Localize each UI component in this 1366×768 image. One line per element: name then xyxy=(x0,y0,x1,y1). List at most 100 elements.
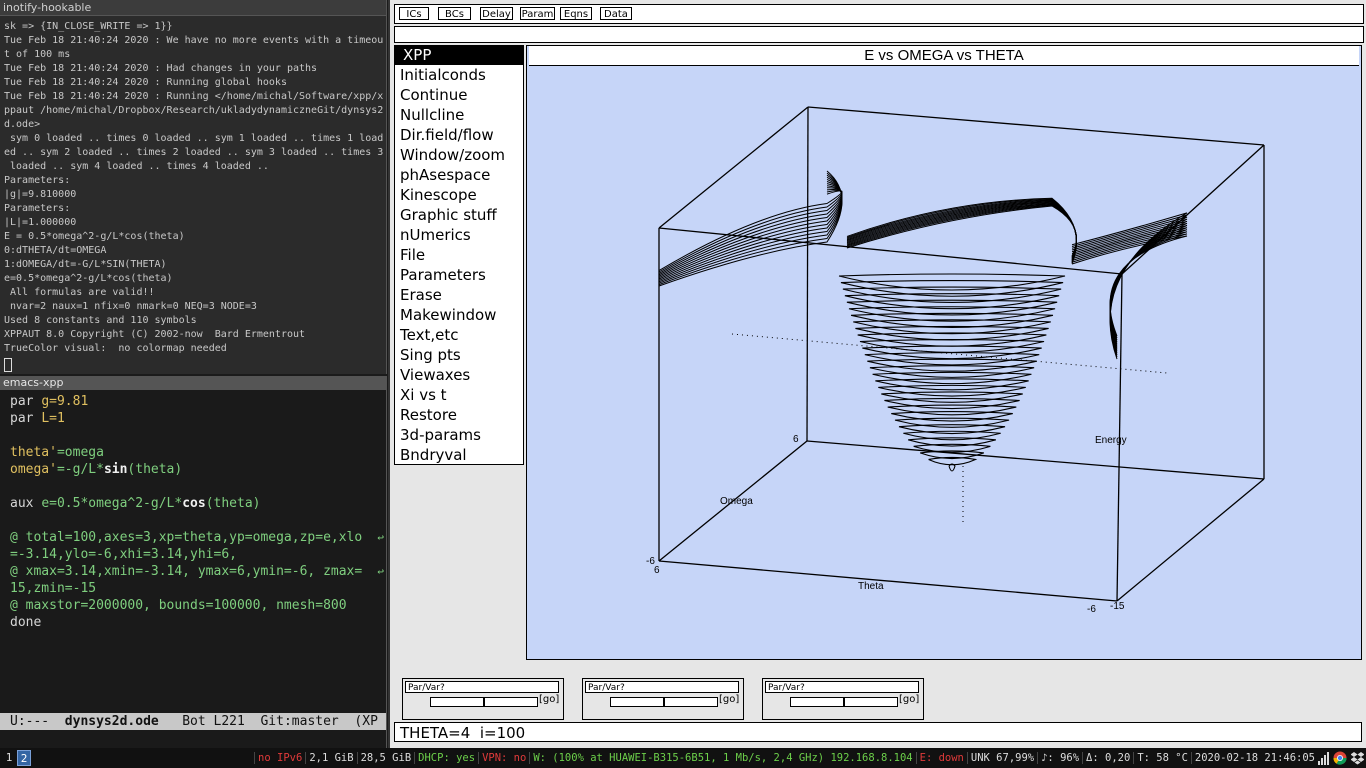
emacs-window[interactable]: emacs-xpp par g=9.81 par L=1 theta'=omega o… xyxy=(0,376,387,748)
data-button[interactable]: Data xyxy=(600,7,632,20)
code-line[interactable]: par g=9.81 xyxy=(10,393,386,410)
code-token: sin xyxy=(103,462,128,477)
menu-item-3d-params[interactable]: 3d-params xyxy=(395,425,523,445)
menu-item-nullcline[interactable]: Nullcline xyxy=(395,105,523,125)
xpp-toolbar: ICs BCs Delay Param Eqns Data xyxy=(394,4,1364,24)
terminal-line: All formulas are valid!! xyxy=(4,287,155,298)
code-token: 15,zmin=-15 xyxy=(10,581,97,596)
slider-track[interactable] xyxy=(790,697,898,707)
code-line[interactable] xyxy=(10,512,386,529)
dropbox-icon[interactable] xyxy=(1351,751,1364,765)
code-line[interactable]: =-3.14,ylo=-6,xhi=3.14,yhi=6, xyxy=(10,546,386,563)
terminal-line: Used 8 constants and 110 symbols xyxy=(4,315,197,326)
menu-item-graphic-stuff[interactable]: Graphic stuff xyxy=(395,205,523,225)
tick-label: -6 xyxy=(1087,604,1096,615)
box-edge xyxy=(1116,478,1265,602)
menu-item-xi-vs-t[interactable]: Xi vs t xyxy=(395,385,523,405)
menu-item-sing-pts[interactable]: Sing pts xyxy=(395,345,523,365)
slider-track[interactable] xyxy=(430,697,538,707)
tick-label: -15 xyxy=(1110,601,1125,612)
param-button[interactable]: Param xyxy=(520,7,555,20)
menu-item-window-zoom[interactable]: Window/zoom xyxy=(395,145,523,165)
delay-button[interactable]: Delay xyxy=(480,7,513,20)
terminal-line: E = 0.5*omega^2-g/L*cos(theta) xyxy=(4,231,185,242)
slider-knob[interactable] xyxy=(843,698,845,706)
menu-item-erase[interactable]: Erase xyxy=(395,285,523,305)
code-line[interactable]: par L=1 xyxy=(10,410,386,427)
plot-window[interactable]: Omega Theta Energy 6 -6 6 -6 -15 E vs OMEGA vs … xyxy=(526,45,1362,660)
menu-title: XPP xyxy=(395,46,523,65)
parameter-slider-1[interactable]: Par/Var? [go] xyxy=(402,678,564,720)
menu-item-bndryval[interactable]: Bndryval xyxy=(395,445,523,465)
code-line[interactable]: omega'=-g/L*sin(theta) xyxy=(10,461,386,478)
orbit-curve xyxy=(881,391,1023,403)
menu-item-dir-field-flow[interactable]: Dir.field/flow xyxy=(395,125,523,145)
parameter-slider-2[interactable]: Par/Var? [go] xyxy=(582,678,744,720)
code-line[interactable]: @ xmax=3.14,xmin=-3.14, ymax=6,ymin=-6, … xyxy=(10,563,386,580)
bcs-button[interactable]: BCs xyxy=(438,7,471,20)
terminal-title: inotify-hookable xyxy=(0,0,386,16)
message-bar xyxy=(394,26,1364,43)
code-line[interactable]: @ maxstor=2000000, bounds=100000, nmesh=… xyxy=(10,597,386,614)
slider-label[interactable]: Par/Var? xyxy=(765,681,919,693)
workspace-1-button[interactable]: 1 xyxy=(2,750,16,766)
status-block: 28,5 GiB xyxy=(356,752,415,764)
terminal-line: Tue Feb 18 21:40:24 2020 : Running </hom… xyxy=(4,91,384,102)
slider-knob[interactable] xyxy=(483,698,485,706)
chrome-icon[interactable] xyxy=(1333,751,1347,765)
modeline-vcs: Git:master xyxy=(260,714,339,729)
terminal-line: e=0.5*omega^2-g/L*cos(theta) xyxy=(4,273,173,284)
code-line[interactable]: 15,zmin=-15 xyxy=(10,580,386,597)
menu-item-phasespace[interactable]: phAsespace xyxy=(395,165,523,185)
code-line[interactable] xyxy=(10,427,386,444)
menu-item-text-etc[interactable]: Text,etc xyxy=(395,325,523,345)
terminal-line: 0:dTHETA/dt=OMEGA xyxy=(4,245,107,256)
slider-label[interactable]: Par/Var? xyxy=(405,681,559,693)
code-line[interactable]: @ total=100,axes=3,xp=theta,yp=omega,zp=… xyxy=(10,529,386,546)
tick-label: 6 xyxy=(654,565,660,576)
wifi-icon[interactable] xyxy=(1318,751,1330,765)
orbit-curve xyxy=(878,384,1026,397)
status-block: 2020-02-18 21:46:05 xyxy=(1190,752,1318,764)
terminal-window[interactable]: inotify-hookable sk => {IN_CLOSE_WRITE =… xyxy=(0,0,387,374)
status-block: no IPv6 xyxy=(254,752,306,764)
menu-item-restore[interactable]: Restore xyxy=(395,405,523,425)
slider-go-button[interactable]: [go] xyxy=(899,694,919,705)
terminal-line: nvar=2 naux=1 nfix=0 nmark=0 NEQ=3 NODE=… xyxy=(4,301,257,312)
workspace-2-button[interactable]: 2 xyxy=(17,750,31,766)
menu-item-file[interactable]: File xyxy=(395,245,523,265)
code-token: =-3.14,ylo=-6,xhi=3.14,yhi=6, xyxy=(10,547,237,562)
slider-label[interactable]: Par/Var? xyxy=(585,681,739,693)
axis-label-energy: Energy xyxy=(1095,435,1127,446)
eqns-button[interactable]: Eqns xyxy=(560,7,592,20)
code-line[interactable]: theta'=omega xyxy=(10,444,386,461)
terminal-line: sym 0 loaded .. times 0 loaded .. sym 1 … xyxy=(4,133,384,144)
slider-knob[interactable] xyxy=(663,698,665,706)
status-block: DHCP: yes xyxy=(414,752,479,764)
box-edge xyxy=(807,106,1265,146)
code-line[interactable]: aux e=0.5*omega^2-g/L*cos(theta) xyxy=(10,495,386,512)
menu-item-makewindow[interactable]: Makewindow xyxy=(395,305,523,325)
code-token: g=9.81 xyxy=(41,394,89,409)
menu-item-numerics[interactable]: nUmerics xyxy=(395,225,523,245)
slider-track[interactable] xyxy=(610,697,718,707)
menu-item-continue[interactable]: Continue xyxy=(395,85,523,105)
menu-item-kinescope[interactable]: Kinescope xyxy=(395,185,523,205)
menu-item-parameters[interactable]: Parameters xyxy=(395,265,523,285)
menu-item-initialconds[interactable]: Initialconds xyxy=(395,65,523,85)
code-line[interactable]: done xyxy=(10,614,386,631)
code-line[interactable] xyxy=(10,478,386,495)
code-token: @ xmax=3.14,xmin=-3.14, ymax=6,ymin=-6, … xyxy=(10,564,363,579)
ics-button[interactable]: ICs xyxy=(399,7,429,20)
terminal-line: Tue Feb 18 21:40:24 2020 : We have no mo… xyxy=(4,35,384,46)
rotation-orbit-left xyxy=(658,172,843,286)
terminal-line: XPPAUT 8.0 Copyright (C) 2002-now Bard E… xyxy=(4,329,306,340)
slider-go-button[interactable]: [go] xyxy=(539,694,559,705)
box-edge xyxy=(658,106,809,229)
menu-item-viewaxes[interactable]: Viewaxes xyxy=(395,365,523,385)
parameter-slider-3[interactable]: Par/Var? [go] xyxy=(762,678,924,720)
editor-buffer[interactable]: par g=9.81 par L=1 theta'=omega omega'=-g/L… xyxy=(0,390,386,631)
wrap-arrow-icon: ↩ xyxy=(377,565,384,578)
slider-go-button[interactable]: [go] xyxy=(719,694,739,705)
xpp-window[interactable]: ICs BCs Delay Param Eqns Data XPP Initia… xyxy=(388,0,1366,748)
